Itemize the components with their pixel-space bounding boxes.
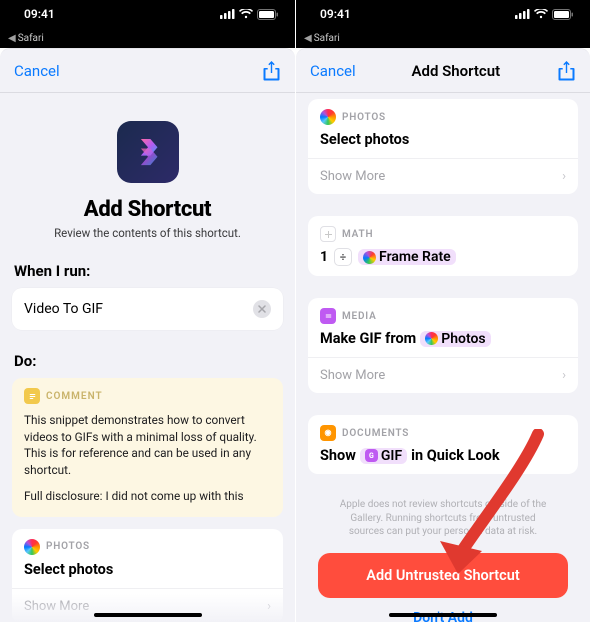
cancel-button[interactable]: Cancel (310, 62, 356, 80)
battery-icon (257, 9, 279, 20)
comment-icon (24, 388, 40, 404)
documents-category: DOCUMENTS (342, 428, 409, 439)
show-more-button[interactable]: Show More › (308, 357, 578, 393)
content-left: Add Shortcut Review the contents of this… (0, 93, 295, 622)
status-time: 09:41 (24, 7, 55, 21)
wifi-icon (239, 9, 253, 19)
page-title: Add Shortcut (12, 197, 283, 222)
status-indicators (515, 9, 574, 20)
chevron-right-icon: › (562, 169, 566, 184)
footer-note: Apple does not review shortcuts outside … (308, 498, 578, 539)
comment-text: This snippet demonstrates how to convert… (24, 412, 271, 505)
media-category: MEDIA (342, 311, 377, 322)
cellular-icon (220, 9, 235, 19)
share-button[interactable] (556, 60, 576, 82)
photos-category: PHOTOS (46, 541, 90, 552)
shortcut-name-value: Video To GIF (24, 301, 253, 317)
photos-action-title: Select photos (24, 561, 271, 578)
status-time: 09:41 (320, 7, 351, 21)
math-expression: 1 ÷ Frame Rate (320, 248, 566, 266)
gif-variable[interactable]: GGIF (360, 448, 407, 464)
status-bar: 09:41 (0, 0, 295, 28)
nav-bar: Cancel (0, 49, 295, 93)
comment-action: COMMENT This snippet demonstrates how to… (12, 378, 283, 517)
show-more-button[interactable]: Show More › (308, 158, 578, 194)
frame-rate-variable[interactable]: Frame Rate (358, 249, 456, 265)
documents-icon (320, 425, 336, 441)
status-bar: 09:41 (296, 0, 590, 28)
math-action: MATH 1 ÷ Frame Rate (308, 216, 578, 276)
math-icon (320, 226, 336, 242)
media-action-title: Make GIF from Photos (320, 330, 566, 347)
media-action: MEDIA Make GIF from Photos Show More › (308, 298, 578, 393)
when-label: When I run: (14, 262, 281, 280)
home-indicator[interactable] (94, 613, 202, 617)
chevron-left-icon: ◀ (8, 33, 16, 44)
photos-action: PHOTOS Select photos Show More › (12, 529, 283, 622)
shortcuts-app-icon (117, 121, 179, 183)
phone-right: 09:41 ◀ Safari Cancel Add Shortcut PHOTO… (295, 0, 590, 622)
photos-icon (24, 539, 40, 555)
nav-bar: Cancel Add Shortcut (296, 49, 590, 93)
back-app-label: Safari (18, 33, 44, 44)
chevron-right-icon: › (562, 368, 566, 383)
documents-action: DOCUMENTS Show GGIF in Quick Look (308, 415, 578, 474)
nav-title: Add Shortcut (356, 62, 556, 80)
do-label: Do: (14, 352, 281, 370)
photos-action-title: Select photos (320, 131, 566, 148)
clear-button[interactable] (253, 300, 271, 318)
sheet: Cancel Add Shortcut Review the contents … (0, 48, 295, 622)
photos-category: PHOTOS (342, 112, 386, 123)
chevron-left-icon: ◀ (304, 33, 312, 44)
media-icon (320, 308, 336, 324)
chevron-right-icon: › (267, 599, 271, 614)
comment-category: COMMENT (46, 391, 103, 402)
cellular-icon (515, 9, 530, 19)
dont-add-button[interactable]: Don't Add (308, 598, 578, 622)
shortcut-name-field[interactable]: Video To GIF (12, 288, 283, 330)
phone-left: 09:41 ◀ Safari Cancel Add Shortcut Revie… (0, 0, 295, 622)
wifi-icon (534, 9, 548, 19)
breadcrumb[interactable]: ◀ Safari (296, 28, 590, 48)
math-category: MATH (342, 229, 373, 240)
back-app-label: Safari (314, 33, 340, 44)
status-indicators (220, 9, 279, 20)
photos-action: PHOTOS Select photos Show More › (308, 99, 578, 194)
content-right: PHOTOS Select photos Show More › MATH 1 (296, 93, 590, 622)
cancel-button[interactable]: Cancel (14, 62, 60, 80)
documents-action-title: Show GGIF in Quick Look (320, 447, 566, 464)
add-untrusted-button[interactable]: Add Untrusted Shortcut (318, 553, 568, 598)
photos-icon (320, 109, 336, 125)
home-indicator[interactable] (389, 613, 497, 617)
divide-operator[interactable]: ÷ (334, 248, 352, 266)
breadcrumb[interactable]: ◀ Safari (0, 28, 295, 48)
battery-icon (552, 9, 574, 20)
share-button[interactable] (261, 60, 281, 82)
photos-variable[interactable]: Photos (420, 331, 490, 347)
page-subtitle: Review the contents of this shortcut. (12, 226, 283, 240)
sheet: Cancel Add Shortcut PHOTOS Select photos… (296, 48, 590, 622)
